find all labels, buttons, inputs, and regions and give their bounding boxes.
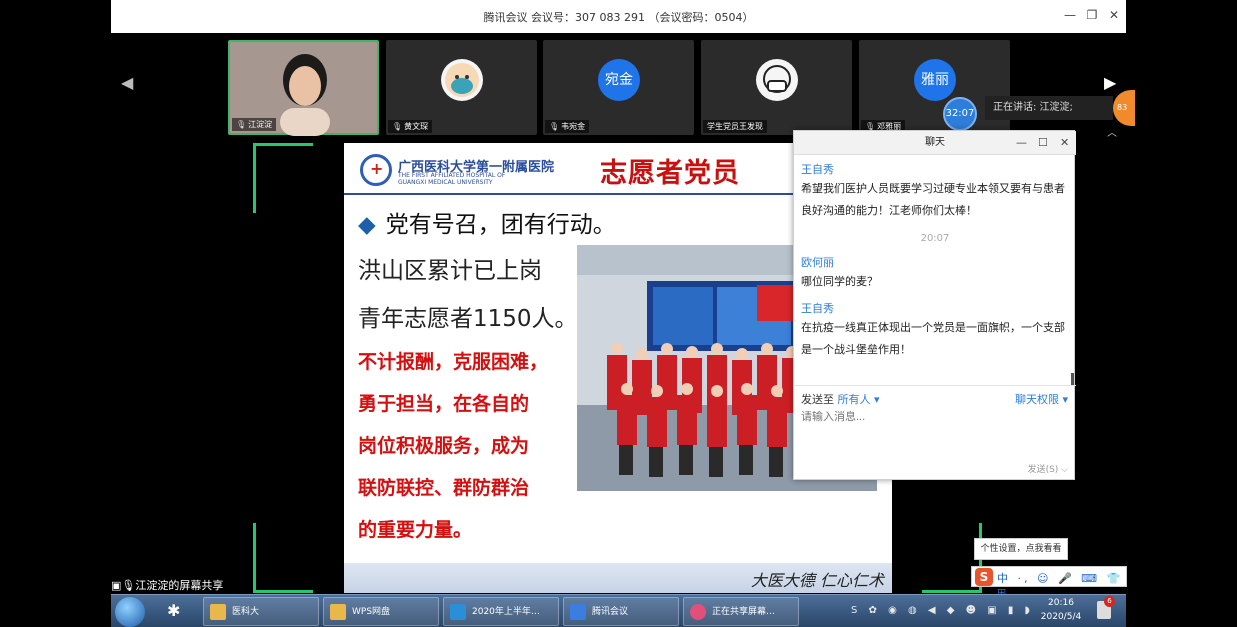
- next-arrow-icon[interactable]: ▶: [1104, 73, 1116, 92]
- meeting-timer: 32:07: [943, 97, 977, 131]
- chat-send-bar: 发送至 所有人 ▾ 聊天权限 ▾: [794, 385, 1076, 409]
- participant-tile[interactable]: 🎙 黄文琛: [386, 40, 537, 135]
- restore-button[interactable]: ❐: [1085, 8, 1099, 22]
- chat-scrollbar[interactable]: [1071, 373, 1074, 385]
- clock-time: 20:16: [1048, 598, 1074, 608]
- send-to-selector[interactable]: 发送至 所有人 ▾: [801, 391, 880, 407]
- ime-tooltip: 个性设置，点我看看: [974, 538, 1068, 560]
- taskbar-item[interactable]: 医科大: [203, 597, 319, 626]
- slide-title: 志愿者党员: [600, 158, 740, 189]
- participant-tile[interactable]: 学生党员王发现: [701, 40, 852, 135]
- taskbar-item[interactable]: 正在共享屏幕…: [683, 597, 799, 626]
- taskbar-item[interactable]: 2020年上半年…: [443, 597, 559, 626]
- message-sender: 王自秀: [801, 302, 834, 315]
- ime-toolbar[interactable]: S 中 ·, ☺ 🎤 ⌨ 👕 ⊞: [971, 566, 1127, 599]
- wps-icon: [450, 604, 466, 620]
- screen-share-label: ▣🎙江淀淀的屏幕共享: [111, 579, 224, 592]
- screen-share-icon: ▣🎙: [111, 579, 136, 592]
- close-button[interactable]: ✕: [1107, 8, 1121, 22]
- speaking-indicator: 正在讲话: 江淀淀;: [985, 96, 1113, 120]
- participant-tile[interactable]: 雅丽 🎙 邓雅丽: [859, 40, 1010, 135]
- message-sender: 王自秀: [801, 163, 834, 176]
- message-text: 希望我们医护人员既要学习过硬专业本领又要有与患者良好沟通的能力！江老师你们太棒！: [801, 182, 1065, 217]
- focus-corner: [253, 143, 313, 213]
- screen: 腾讯会议 会议号：307 083 291 （会议密码：0504） — ❐ ✕ ◀…: [0, 0, 1237, 627]
- message-text: 在抗疫一线真正体现出一个党员是一面旗帜，一个支部是一个战斗堡垒作用！: [801, 321, 1065, 356]
- chat-window: 聊天 — ☐ ✕ 王自秀 希望我们医护人员既要学习过硬专业本领又要有与患者良好沟…: [793, 130, 1076, 480]
- chat-close-button[interactable]: ✕: [1060, 136, 1069, 149]
- masked-face-icon: [763, 65, 791, 93]
- meeting-app-icon: [570, 604, 586, 620]
- collapse-icon[interactable]: ︿: [1107, 124, 1117, 139]
- slide-red-line: 不计报酬，克服困难，: [358, 351, 549, 373]
- message-timestamp: 20:07: [920, 233, 950, 244]
- folder-icon: [210, 604, 226, 620]
- focus-corner: [253, 523, 313, 593]
- slide-red-line: 联防联控、群防群治: [358, 477, 530, 499]
- folder-icon: [330, 604, 346, 620]
- slide-text-line: 青年志愿者1150人。: [358, 306, 578, 332]
- chat-maximize-icon[interactable]: ☐: [1038, 136, 1048, 149]
- slide-red-line: 的重要力量。: [358, 519, 473, 541]
- minimize-button[interactable]: —: [1063, 8, 1077, 22]
- slide-text-line: 洪山区累计已上岗: [358, 258, 542, 284]
- meeting-titlebar: 腾讯会议 会议号：307 083 291 （会议密码：0504） — ❐ ✕: [111, 0, 1126, 33]
- chat-minimize-button[interactable]: —: [1016, 136, 1027, 149]
- hospital-name-en: THE FIRST AFFILIATED HOSPITAL OF: [398, 172, 506, 179]
- chat-permission-button[interactable]: 聊天权限 ▾: [1015, 391, 1068, 407]
- mic-icon: 🎙: [236, 120, 247, 129]
- avatar: [756, 59, 798, 101]
- participant-name-tag: 🎙 韦宛金: [545, 120, 590, 133]
- hospital-logo-icon: [360, 154, 392, 186]
- slide-red-line: 岗位积极服务，成为: [358, 435, 530, 457]
- slide-motto: 大医大德 仁心仁术: [750, 571, 884, 590]
- meeting-title: 腾讯会议 会议号：307 083 291 （会议密码：0504）: [483, 11, 754, 24]
- prev-arrow-icon[interactable]: ◀: [121, 73, 133, 92]
- diamond-bullet-icon: ◆: [358, 212, 376, 238]
- system-tray-icons[interactable]: S ✿ ◉ ◍ ◀ ◆ ☻ ▣ ▮ ◗: [851, 605, 1034, 616]
- slide-red-line: 勇于担当，在各自的: [358, 393, 530, 415]
- pinned-app-icon[interactable]: ✱: [167, 601, 187, 621]
- send-button[interactable]: 发送(S) ⌵: [1028, 462, 1068, 475]
- taskbar-item[interactable]: 腾讯会议: [563, 597, 679, 626]
- participant-name-tag: 学生党员王发现: [703, 120, 767, 133]
- slide-bullet: ◆ 党有号召，团有行动。: [358, 212, 616, 238]
- mic-icon: 🎙: [549, 122, 560, 131]
- avatar: [441, 59, 483, 101]
- participant-video-icon: [280, 54, 330, 136]
- participant-name-tag: 🎙 江淀淀: [232, 118, 277, 131]
- avatar: 宛金: [598, 59, 640, 101]
- participant-name-tag: 🎙 黄文琛: [388, 120, 433, 133]
- chat-message-list[interactable]: 王自秀 希望我们医护人员既要学习过硬专业本领又要有与患者良好沟通的能力！江老师你…: [794, 155, 1076, 385]
- message-sender: 欧何丽: [801, 256, 834, 269]
- sogou-ime-icon[interactable]: S: [975, 568, 993, 586]
- chat-input[interactable]: [801, 411, 1061, 423]
- windows-taskbar: ✱ 医科大 WPS网盘 2020年上半年… 腾讯会议 正在共享屏幕… S ✿ ◉…: [111, 594, 1126, 627]
- participant-tile[interactable]: 宛金 🎙 韦宛金: [543, 40, 694, 135]
- start-button[interactable]: [115, 597, 145, 627]
- cartoon-avatar-icon: [445, 63, 479, 97]
- notification-icon[interactable]: 6: [1097, 596, 1115, 619]
- clock-date: 2020/5/4: [1040, 612, 1082, 622]
- chat-title: 聊天: [794, 131, 1076, 155]
- participant-tile[interactable]: 🎙 江淀淀: [228, 40, 379, 136]
- avatar: 雅丽: [914, 59, 956, 101]
- hospital-name-en: GUANGXI MEDICAL UNIVERSITY: [398, 179, 493, 186]
- mic-icon: 🎙: [392, 122, 403, 131]
- notification-count: 6: [1104, 596, 1115, 607]
- taskbar-item[interactable]: WPS网盘: [323, 597, 439, 626]
- message-text: 哪位同学的麦？: [801, 275, 878, 288]
- browser-icon: [690, 604, 706, 620]
